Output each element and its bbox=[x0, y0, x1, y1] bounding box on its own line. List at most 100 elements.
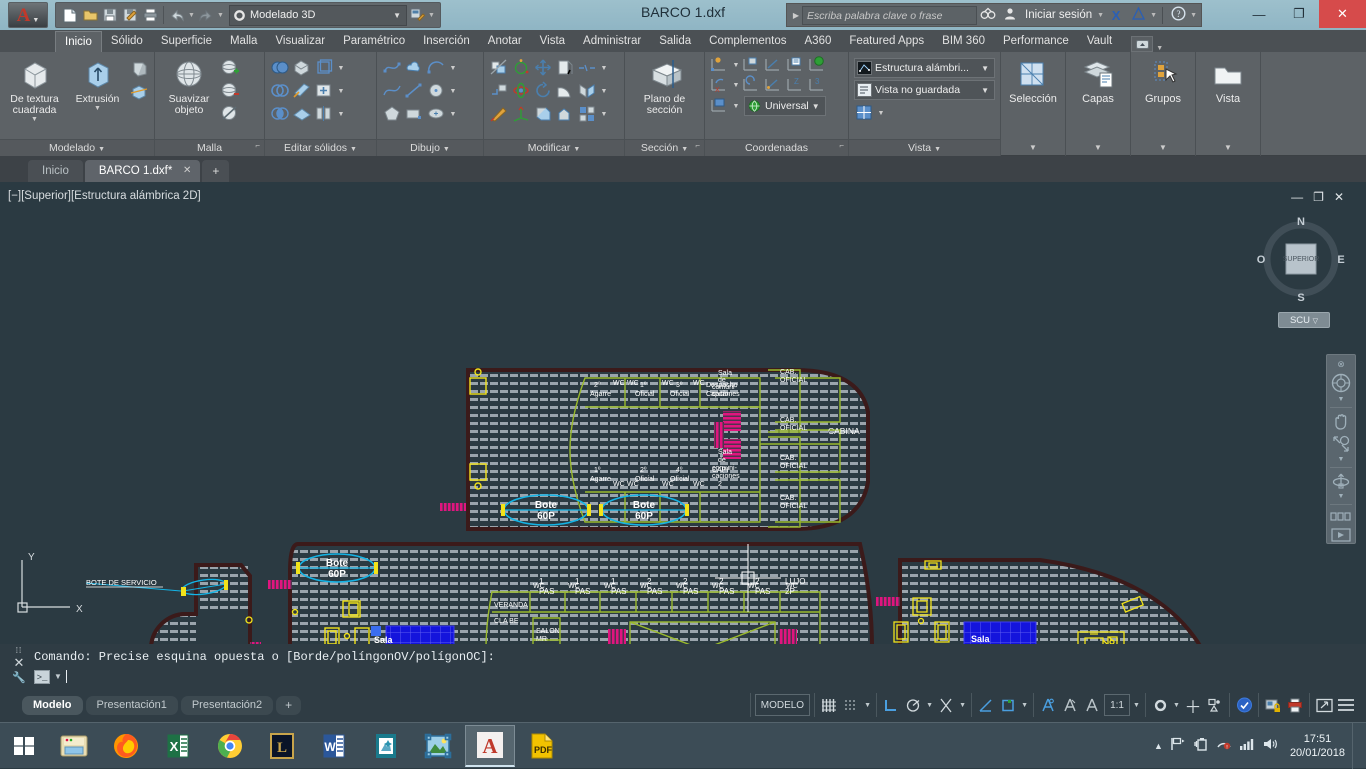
layout-tab-modelo[interactable]: Modelo bbox=[22, 696, 83, 715]
revcloud-row[interactable] bbox=[404, 57, 426, 79]
rectangle-icon[interactable] bbox=[404, 104, 426, 124]
rectangle-row[interactable] bbox=[404, 103, 426, 125]
chamfer-row[interactable] bbox=[555, 80, 577, 102]
isolate-objects-icon[interactable] bbox=[1205, 694, 1225, 716]
circle-icon[interactable] bbox=[426, 81, 448, 101]
layout-tab-presentacion2[interactable]: Presentación2 bbox=[181, 696, 273, 715]
file-tab-inicio[interactable]: Inicio bbox=[28, 160, 83, 182]
photos-icon[interactable] bbox=[413, 725, 463, 767]
firefox-icon[interactable] bbox=[101, 725, 151, 767]
chevron-down-icon[interactable]: ▼ bbox=[978, 86, 992, 95]
picture-manager-icon[interactable] bbox=[361, 725, 411, 767]
panel-title-vista[interactable]: Vista▼ bbox=[849, 139, 1000, 156]
annotation-autoscale-icon[interactable] bbox=[1060, 694, 1080, 716]
chevron-down-icon[interactable]: ▼ bbox=[1094, 143, 1102, 156]
chevron-down-icon[interactable]: ▼ bbox=[731, 82, 741, 89]
extrude-face-icon[interactable] bbox=[292, 58, 314, 78]
autodesk-icon[interactable] bbox=[1127, 7, 1149, 23]
presspull-icon[interactable] bbox=[129, 60, 151, 80]
file-explorer-icon[interactable] bbox=[49, 725, 99, 767]
chevron-down-icon[interactable]: ▼ bbox=[336, 88, 346, 95]
chevron-down-icon[interactable]: ▼ bbox=[1132, 702, 1141, 709]
ortho-icon[interactable] bbox=[881, 694, 901, 716]
presspull2-icon[interactable] bbox=[555, 104, 577, 124]
volume-icon[interactable] bbox=[1262, 737, 1279, 754]
intersect-icon[interactable] bbox=[270, 104, 292, 124]
tab-insercion[interactable]: Inserción bbox=[414, 31, 479, 52]
polygon-icon[interactable] bbox=[382, 104, 404, 124]
no-smooth-row[interactable] bbox=[220, 103, 242, 125]
panel-dialog-launcher-icon[interactable]: ⌐ bbox=[255, 137, 260, 154]
tab-administrar[interactable]: Administrar bbox=[574, 31, 650, 52]
layout-tab-bar[interactable]: Modelo Presentación1 Presentación2 + bbox=[0, 696, 301, 715]
extrude-button[interactable]: Extrusión ▼ bbox=[66, 55, 129, 112]
chamfer-icon[interactable] bbox=[555, 81, 577, 101]
rotate-row[interactable] bbox=[533, 80, 555, 102]
hardware-accel-icon[interactable] bbox=[1234, 694, 1254, 716]
drawing-canvas[interactable]: [−][Superior][Estructura alámbrica 2D] —… bbox=[0, 182, 1366, 644]
press-pull-row[interactable] bbox=[555, 103, 577, 125]
ucs-previous-icon[interactable] bbox=[741, 75, 763, 95]
chevron-right-icon[interactable]: ▶ bbox=[790, 11, 802, 20]
solid-union-row[interactable] bbox=[129, 82, 151, 104]
clean-icon[interactable] bbox=[314, 81, 336, 101]
ellipse-row[interactable]: ▼ bbox=[426, 103, 458, 125]
panel-seleccion[interactable]: Selección ▼ bbox=[1001, 52, 1066, 156]
clock[interactable]: 17:51 20/01/2018 bbox=[1286, 732, 1345, 760]
box-button[interactable]: De textura cuadrada ▼ bbox=[3, 55, 66, 123]
named-view-combo[interactable]: Vista no guardada ▼ bbox=[854, 80, 995, 100]
chevron-down-icon[interactable]: ▼ bbox=[934, 146, 941, 153]
close-icon[interactable]: ✕ bbox=[183, 160, 191, 182]
search-input[interactable]: Escriba palabra clave o frase bbox=[802, 6, 977, 25]
search-icon[interactable] bbox=[977, 7, 999, 23]
show-hidden-icons-icon[interactable]: ▲ bbox=[1154, 741, 1163, 751]
chevron-down-icon[interactable]: ▼ bbox=[809, 102, 823, 111]
chevron-down-icon[interactable]: ▼ bbox=[599, 65, 609, 72]
tab-inicio[interactable]: Inicio bbox=[55, 31, 102, 52]
section-plane-button[interactable]: Plano de sección bbox=[628, 55, 701, 116]
tab-malla[interactable]: Malla bbox=[221, 31, 266, 52]
panel-capas[interactable]: Capas ▼ bbox=[1066, 52, 1131, 156]
ucs-face-icon[interactable] bbox=[785, 55, 807, 75]
deck-main[interactable]: Bote 60P Bote 60P bbox=[268, 542, 878, 644]
3drotate-row[interactable] bbox=[511, 80, 533, 102]
panel-vista-vertical[interactable]: Vista ▼ bbox=[1196, 52, 1261, 156]
chevron-down-icon[interactable]: ▼ bbox=[681, 146, 688, 153]
tab-bim360[interactable]: BIM 360 bbox=[933, 31, 994, 52]
imprint-row[interactable]: ▼ bbox=[314, 57, 346, 79]
panel-dialog-launcher-icon[interactable]: ⌐ bbox=[695, 137, 700, 154]
help-icon[interactable]: ? bbox=[1167, 6, 1189, 24]
deck-top[interactable]: Bote 60P Bote 60P 2ºAgarre 1ºAgarre 1ºOf… bbox=[440, 367, 880, 532]
cube-wire-icon[interactable] bbox=[314, 58, 336, 78]
ucs-named-icon[interactable] bbox=[709, 55, 731, 75]
ucs-z-icon[interactable]: Z bbox=[785, 75, 807, 95]
array3d-row[interactable]: ▼ bbox=[577, 103, 609, 125]
start-button[interactable] bbox=[0, 723, 48, 769]
league-icon[interactable]: L bbox=[257, 725, 307, 767]
chevron-down-icon[interactable]: ▼ bbox=[731, 62, 741, 69]
annotation-monitor-icon[interactable] bbox=[1082, 694, 1102, 716]
break-line-icon[interactable] bbox=[577, 58, 599, 78]
polygon-row[interactable] bbox=[382, 103, 404, 125]
deck-stern[interactable]: BOTE DE SERVICIO BOTE DE SERVICIO bbox=[86, 562, 270, 644]
move-row[interactable] bbox=[533, 57, 555, 79]
tab-superficie[interactable]: Superficie bbox=[152, 31, 221, 52]
arc-icon[interactable] bbox=[426, 58, 448, 78]
chevron-down-icon[interactable]: ▼ bbox=[1224, 143, 1232, 156]
panel-grupos[interactable]: Grupos ▼ bbox=[1131, 52, 1196, 156]
subtract-row[interactable] bbox=[270, 80, 292, 102]
chevron-down-icon[interactable]: ▼ bbox=[876, 110, 886, 117]
printer-icon[interactable] bbox=[1285, 694, 1305, 716]
panel-title-dibujo[interactable]: Dibujo▼ bbox=[377, 139, 483, 156]
taskbar[interactable]: X L W A PDF ▲ ! 17:51 bbox=[0, 722, 1366, 768]
cargo-room-1-selection[interactable] bbox=[386, 626, 454, 644]
array3d-icon[interactable] bbox=[577, 104, 599, 124]
arc-row[interactable]: ▼ bbox=[426, 57, 458, 79]
network-warning-icon[interactable]: ! bbox=[1216, 737, 1232, 754]
ellipse-icon[interactable] bbox=[426, 104, 448, 124]
ribbon-tab-bar[interactable]: Inicio Sólido Superficie Malla Visualiza… bbox=[0, 30, 1366, 52]
status-bar-buttons[interactable]: MODELO ▼ ▼ ▼ bbox=[750, 692, 1366, 718]
tab-parametrico[interactable]: Paramétrico bbox=[334, 31, 414, 52]
visual-style-combo[interactable]: Estructura alámbri... ▼ bbox=[854, 58, 995, 78]
union-row[interactable] bbox=[270, 57, 292, 79]
